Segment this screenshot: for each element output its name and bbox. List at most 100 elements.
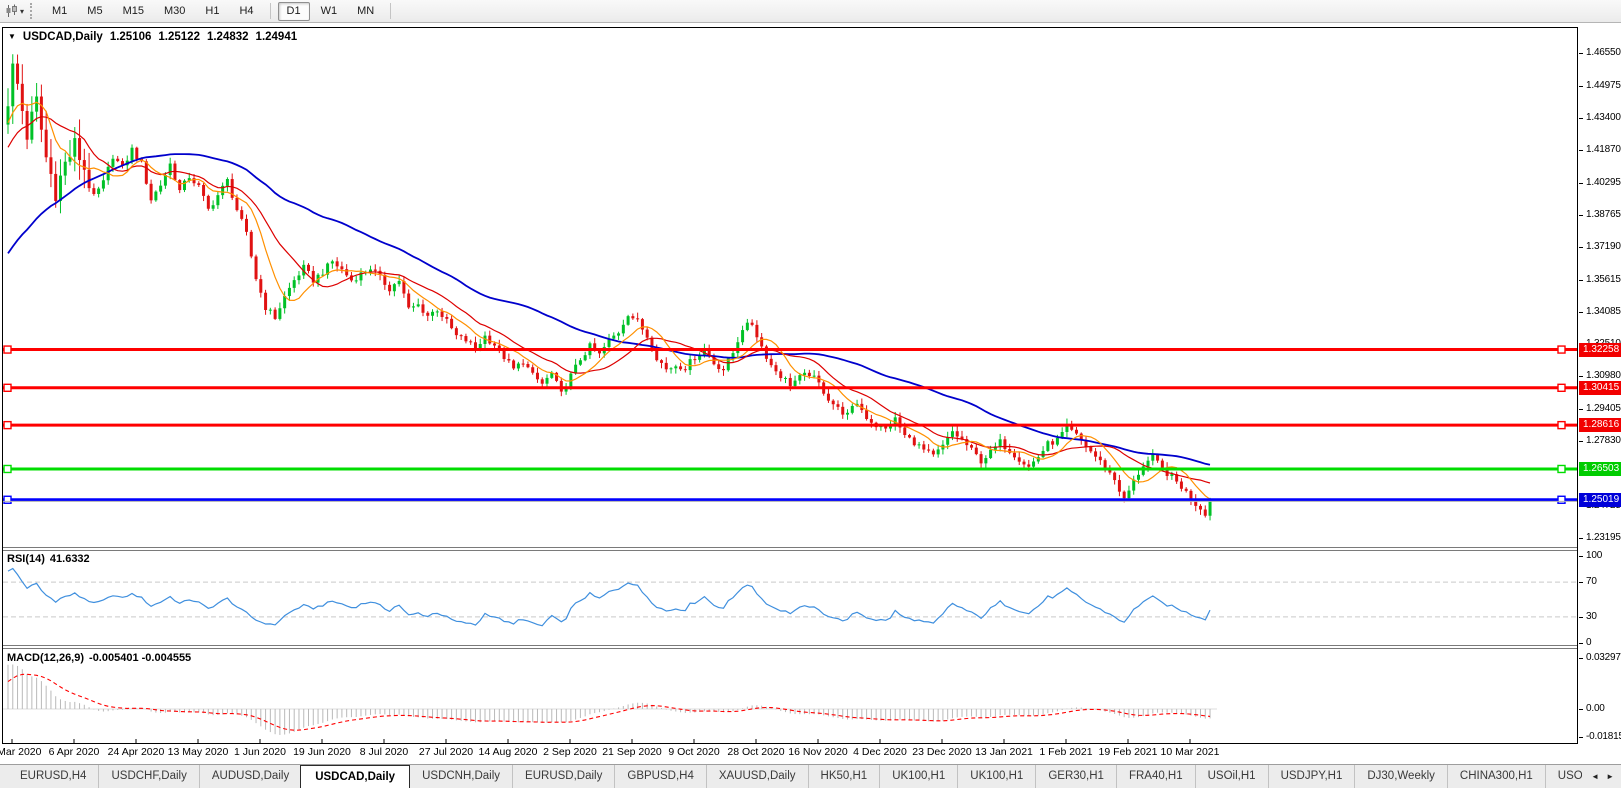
rsi-tick-mark bbox=[1579, 556, 1583, 557]
tab-scroll-arrows: ◄ ► bbox=[1582, 765, 1621, 788]
rsi-tick-mark bbox=[1579, 582, 1583, 583]
symbol-tab-eurusd-daily[interactable]: EURUSD,Daily bbox=[512, 765, 614, 788]
timeframe-button-group: M1M5M15M30H1H4 D1W1MN bbox=[42, 2, 397, 21]
ohlc-low: 1.24832 bbox=[207, 31, 249, 43]
timeframe-button-m1[interactable]: M1 bbox=[43, 2, 76, 21]
price-tick-label: 1.27830 bbox=[1586, 435, 1621, 446]
date-tick-label: 8 Jul 2020 bbox=[360, 746, 408, 758]
price-tick-mark bbox=[1579, 376, 1583, 377]
rsi-tick-label: 100 bbox=[1586, 550, 1602, 561]
symbol-tab-ger30-h1[interactable]: GER30,H1 bbox=[1035, 765, 1116, 788]
date-tick-label: 13 May 2020 bbox=[168, 746, 229, 758]
symbol-tab-hk50-h1[interactable]: HK50,H1 bbox=[808, 765, 880, 788]
price-tick-mark bbox=[1579, 247, 1583, 248]
timeframe-button-h1[interactable]: H1 bbox=[196, 2, 228, 21]
top-toolbar: ▾ M1M5M15M30H1H4 D1W1MN bbox=[0, 0, 1621, 23]
price-level-flag: 1.26503 bbox=[1579, 462, 1621, 476]
symbol-tab-uk100-h1[interactable]: UK100,H1 bbox=[957, 765, 1035, 788]
date-tick-label: 13 Jan 2021 bbox=[975, 746, 1033, 758]
price-tick-label: 1.29405 bbox=[1586, 403, 1621, 414]
symbol-tab-bar: EURUSD,H4USDCHF,DailyAUDUSD,DailyUSDCAD,… bbox=[0, 764, 1621, 788]
price-tick-label: 1.41870 bbox=[1586, 144, 1621, 155]
price-tick-mark bbox=[1579, 538, 1583, 539]
rsi-tick-mark bbox=[1579, 617, 1583, 618]
tab-scroll-left-icon[interactable]: ◄ bbox=[1591, 772, 1599, 781]
symbol-tab-usdchf-daily[interactable]: USDCHF,Daily bbox=[98, 765, 198, 788]
price-tick-mark bbox=[1579, 215, 1583, 216]
date-tick-label: 19 Feb 2021 bbox=[1099, 746, 1158, 758]
date-tick-label: 6 Apr 2020 bbox=[49, 746, 100, 758]
price-tick-mark bbox=[1579, 280, 1583, 281]
macd-tick-mark bbox=[1579, 658, 1583, 659]
toolbar-separator bbox=[270, 3, 271, 19]
chart-plot-area[interactable] bbox=[2, 27, 1578, 744]
date-tick-label: 19 Jun 2020 bbox=[293, 746, 351, 758]
chart-type-icon[interactable] bbox=[5, 4, 19, 18]
date-tick-label: 1 Jun 2020 bbox=[234, 746, 286, 758]
price-tick-mark bbox=[1579, 441, 1583, 442]
symbol-tab-usdjpy-h1[interactable]: USDJPY,H1 bbox=[1268, 765, 1355, 788]
price-tick-label: 1.35615 bbox=[1586, 274, 1621, 285]
price-level-flag: 1.32258 bbox=[1579, 343, 1621, 357]
date-tick-label: 28 Oct 2020 bbox=[727, 746, 784, 758]
date-tick-label: 14 Aug 2020 bbox=[479, 746, 538, 758]
macd-name: MACD(12,26,9) bbox=[7, 652, 84, 664]
rsi-indicator-label: RSI(14) 41.6332 bbox=[7, 553, 90, 565]
price-tick-mark bbox=[1579, 53, 1583, 54]
symbol-tab-uk100-h1[interactable]: UK100,H1 bbox=[879, 765, 957, 788]
date-tick-label: 18 Mar 2020 bbox=[0, 746, 41, 758]
date-axis[interactable]: 18 Mar 20206 Apr 202024 Apr 202013 May 2… bbox=[2, 746, 1578, 762]
symbol-tab-dj30-weekly[interactable]: DJ30,Weekly bbox=[1354, 765, 1447, 788]
symbol-tab-eurusd-h4[interactable]: EURUSD,H4 bbox=[8, 765, 98, 788]
macd-values: -0.005401 -0.004555 bbox=[89, 652, 191, 664]
timeframe-button-d1[interactable]: D1 bbox=[278, 2, 310, 21]
price-level-flag: 1.25019 bbox=[1579, 493, 1621, 507]
symbol-tab-xauusd-daily[interactable]: XAUUSD,Daily bbox=[706, 765, 808, 788]
timeframe-button-w1[interactable]: W1 bbox=[312, 2, 347, 21]
macd-tick-mark bbox=[1579, 709, 1583, 710]
ohlc-high: 1.25122 bbox=[158, 31, 200, 43]
date-tick-label: 9 Oct 2020 bbox=[668, 746, 719, 758]
rsi-value: 41.6332 bbox=[50, 553, 90, 565]
price-tick-mark bbox=[1579, 312, 1583, 313]
rsi-tick-label: 30 bbox=[1586, 611, 1597, 622]
price-tick-label: 1.38765 bbox=[1586, 209, 1621, 220]
macd-indicator-label: MACD(12,26,9) -0.005401 -0.004555 bbox=[7, 652, 191, 664]
price-tick-label: 1.40295 bbox=[1586, 177, 1621, 188]
symbol-tab-audusd-daily[interactable]: AUDUSD,Daily bbox=[199, 765, 301, 788]
price-level-flag: 1.30415 bbox=[1579, 381, 1621, 395]
symbol-tab-fra40-h1[interactable]: FRA40,H1 bbox=[1116, 765, 1195, 788]
price-tick-label: 1.30980 bbox=[1586, 370, 1621, 381]
timeframe-button-m30[interactable]: M30 bbox=[155, 2, 194, 21]
candlestick-glyph bbox=[5, 4, 19, 18]
price-tick-label: 1.46550 bbox=[1586, 47, 1621, 58]
macd-tick-label: 0.00 bbox=[1586, 703, 1605, 714]
toolbar-separator bbox=[390, 3, 391, 19]
symbol-tab-usdcnh-daily[interactable]: USDCNH,Daily bbox=[409, 765, 512, 788]
timeframe-button-h4[interactable]: H4 bbox=[230, 2, 262, 21]
chart-symbol-label: USDCAD,Daily bbox=[23, 31, 103, 43]
price-tick-label: 1.34085 bbox=[1586, 306, 1621, 317]
timeframe-button-mn[interactable]: MN bbox=[348, 2, 383, 21]
price-tick-mark bbox=[1579, 86, 1583, 87]
rsi-tick-mark bbox=[1579, 643, 1583, 644]
price-tick-label: 1.37190 bbox=[1586, 241, 1621, 252]
price-level-flag: 1.28616 bbox=[1579, 418, 1621, 432]
timeframe-button-m5[interactable]: M5 bbox=[78, 2, 111, 21]
price-tick-label: 1.23195 bbox=[1586, 532, 1621, 543]
symbol-tab-gbpusd-h4[interactable]: GBPUSD,H4 bbox=[614, 765, 705, 788]
chevron-down-icon[interactable]: ▾ bbox=[20, 7, 24, 16]
symbol-tab-usoil-h1[interactable]: USOil,H1 bbox=[1195, 765, 1268, 788]
date-tick-label: 2 Sep 2020 bbox=[543, 746, 597, 758]
timeframe-button-m15[interactable]: M15 bbox=[114, 2, 153, 21]
collapse-triangle-icon[interactable]: ▼ bbox=[8, 32, 16, 41]
ohlc-close: 1.24941 bbox=[256, 31, 298, 43]
rsi-name: RSI(14) bbox=[7, 553, 45, 565]
price-scale[interactable]: 1.465501.449751.434001.418701.402951.387… bbox=[1579, 27, 1621, 767]
macd-tick-label: 0.032972 bbox=[1586, 652, 1621, 663]
symbol-tab-china300-h1[interactable]: CHINA300,H1 bbox=[1447, 765, 1545, 788]
symbol-tab-usdcad-daily[interactable]: USDCAD,Daily bbox=[300, 765, 410, 788]
tab-scroll-right-icon[interactable]: ► bbox=[1606, 772, 1614, 781]
toolbar-grip[interactable] bbox=[30, 3, 34, 19]
price-tick-label: 1.44975 bbox=[1586, 80, 1621, 91]
